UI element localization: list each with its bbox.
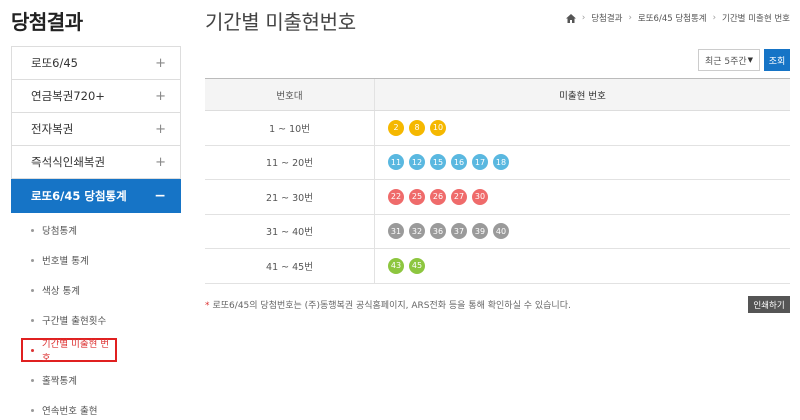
number-ball: 27 [451,188,467,205]
numbers-cell: 2 8 10 [375,111,790,145]
submenu-label: 홀짝통계 [42,376,77,387]
submenu: 당첨통계 번호별 통계 색상 통계 구간별 출현횟수 기간별 미출현 번호 홀짝… [11,213,181,420]
menu-item-label: 연금복권720+ [31,89,105,103]
bullet-icon [31,408,34,412]
numbers-cell: 11 12 15 16 17 18 [375,146,790,180]
menu-item-lotto-stats[interactable]: 로또6/45 당첨통계 − [11,179,181,213]
breadcrumb-item[interactable]: 당첨결과 [591,12,622,24]
caret-down-icon: ▼ [747,56,753,64]
query-button[interactable]: 조회 [764,49,790,71]
plus-icon: + [155,121,166,137]
menu-item-instant-print[interactable]: 즉석식인쇄복권 + [11,146,181,179]
print-button[interactable]: 인쇄하기 [748,296,790,313]
table-row: 11 ~ 20번 11 12 15 16 17 18 [205,145,790,180]
number-ball: 32 [409,223,425,240]
asterisk-icon: * [205,301,210,311]
page-title: 기간별 미출현번호 [205,10,356,34]
submenu-item-number-stats[interactable]: 번호별 통계 [11,245,181,275]
period-select[interactable]: 최근 5주간 ▼ [698,49,760,71]
submenu-label: 색상 통계 [42,286,80,297]
submenu-item-odd-even[interactable]: 홀짝통계 [11,365,181,395]
menu-item-label: 전자복권 [31,122,74,136]
submenu-item-range-count[interactable]: 구간별 출현횟수 [11,305,181,335]
bullet-icon [31,318,34,322]
number-ball: 12 [409,154,425,171]
breadcrumb-item[interactable]: 로또6/45 당첨통계 [638,12,707,24]
number-ball: 25 [409,188,425,205]
number-ball: 36 [430,223,446,240]
chevron-right-icon: › [712,13,717,23]
table-row: 21 ~ 30번 22 25 26 27 30 [205,180,790,215]
sidebar-title: 당첨결과 [11,10,83,34]
range-cell: 1 ~ 10번 [205,111,375,145]
number-ball: 15 [430,154,446,171]
plus-icon: + [155,88,166,104]
filter-controls: 최근 5주간 ▼ 조회 [698,49,790,71]
number-ball: 8 [409,119,425,136]
submenu-label: 연속번호 출현 [42,406,98,417]
chevron-right-icon: › [628,13,632,23]
breadcrumb: › 당첨결과 › 로또6/45 당첨통계 › 기간별 미출현 번호 [565,12,790,24]
range-cell: 21 ~ 30번 [205,180,375,214]
menu-item-label: 로또6/45 [31,56,78,70]
submenu-label: 구간별 출현횟수 [42,316,107,327]
submenu-label: 당첨통계 [42,226,77,237]
home-icon[interactable] [565,13,576,23]
number-ball: 45 [409,257,425,274]
number-ball: 40 [493,223,509,240]
submenu-item-win-stats[interactable]: 당첨통계 [11,215,181,245]
range-cell: 31 ~ 40번 [205,214,375,248]
table-row: 31 ~ 40번 31 32 36 37 39 40 [205,214,790,249]
sidebar: 당첨결과 로또6/45 + 연금복권720+ + 전자복권 + 즉석식인쇄복권 … [11,0,181,420]
menu-item-electronic[interactable]: 전자복권 + [11,113,181,146]
range-cell: 41 ~ 45번 [205,249,375,283]
numbers-cell: 31 32 36 37 39 40 [375,215,790,249]
table-header: 번호대 미출현 번호 [205,79,790,111]
number-ball: 37 [451,223,467,240]
table-row: 1 ~ 10번 2 8 10 [205,111,790,146]
number-ball: 43 [388,257,404,274]
submenu-label: 번호별 통계 [42,256,89,267]
submenu-label: 기간별 미출현 번호 [41,339,110,364]
header-numbers: 미출현 번호 [559,90,606,102]
number-ball: 31 [388,223,404,240]
number-ball: 30 [472,188,488,205]
menu-item-lotto645[interactable]: 로또6/45 + [11,47,181,80]
bullet-icon [31,348,34,352]
info-note-text: 로또6/45의 당첨번호는 (주)동행복권 공식홈페이지, ARS전화 등을 통… [212,301,571,311]
minus-icon: − [154,187,166,204]
bullet-icon [31,378,34,382]
breadcrumb-item-current: 기간별 미출현 번호 [722,14,790,24]
bullet-icon [31,258,34,262]
range-cell: 11 ~ 20번 [205,145,375,179]
number-ball: 17 [472,154,488,171]
missing-numbers-table: 번호대 미출현 번호 1 ~ 10번 2 8 10 11 ~ 20번 11 12 15 16 17… [205,78,790,284]
submenu-item-consecutive[interactable]: 연속번호 출현 [11,395,181,420]
menu-item-pension720[interactable]: 연금복권720+ + [11,80,181,113]
menu-item-label: 즉석식인쇄복권 [31,155,106,169]
number-ball: 18 [493,154,509,171]
period-select-value: 최근 5주간 [705,56,747,67]
submenu-item-missing-numbers[interactable]: 기간별 미출현 번호 [21,338,117,364]
number-ball: 11 [388,154,404,171]
chevron-right-icon: › [581,13,586,23]
numbers-cell: 43 45 [375,249,790,283]
number-ball: 10 [430,119,446,136]
number-ball: 39 [472,223,488,240]
number-ball: 26 [430,188,446,205]
number-ball: 16 [451,154,467,171]
submenu-item-color-stats[interactable]: 색상 통계 [11,275,181,305]
plus-icon: + [155,154,166,170]
bullet-icon [31,288,34,292]
bullet-icon [31,228,34,232]
menu-item-label: 로또6/45 당첨통계 [31,188,127,203]
info-note: * 로또6/45의 당첨번호는 (주)동행복권 공식홈페이지, ARS전화 등을 … [205,298,571,311]
numbers-cell: 22 25 26 27 30 [375,180,790,214]
plus-icon: + [155,55,166,71]
table-row: 41 ~ 45번 43 45 [205,249,790,284]
sidebar-menu: 로또6/45 + 연금복권720+ + 전자복권 + 즉석식인쇄복권 + 로또6… [11,46,181,420]
number-ball: 2 [388,119,404,136]
header-range: 번호대 [205,79,375,110]
number-ball: 22 [388,188,404,205]
